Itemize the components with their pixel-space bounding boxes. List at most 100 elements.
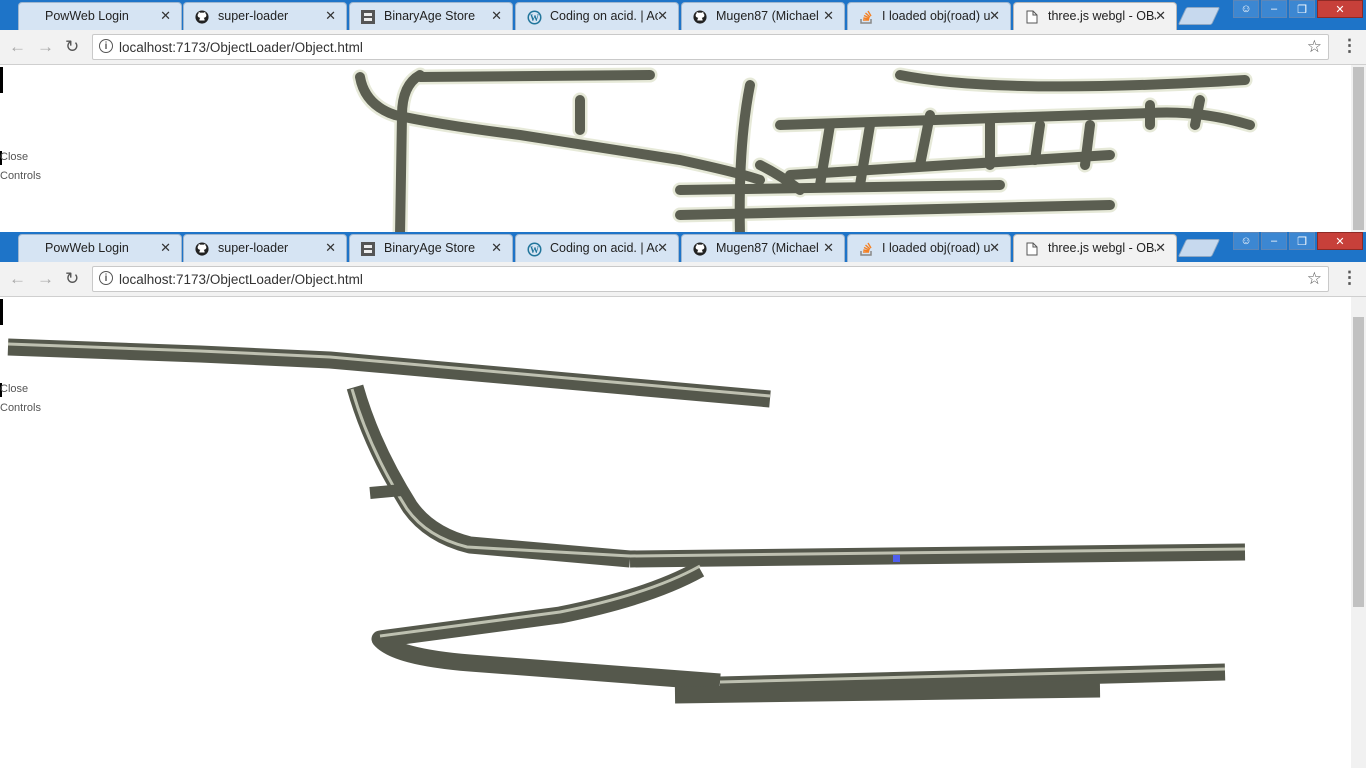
tab-title: PowWeb Login [45, 241, 129, 255]
road-model-render [7, 338, 1246, 704]
selected-vertex-marker [893, 555, 900, 562]
tab-strip: PowWeb Login ✕ super-loader ✕ BinaryAge … [0, 232, 1366, 263]
restore-button[interactable]: ❐ [1289, 0, 1315, 18]
close-icon[interactable]: ✕ [1155, 240, 1166, 256]
window-close-button[interactable]: ✕ [1317, 232, 1363, 250]
road-mesh [7, 338, 1246, 704]
bookmark-star-icon[interactable]: ☆ [1307, 269, 1322, 289]
tab-title: BinaryAge Store [384, 241, 476, 255]
address-url[interactable]: localhost:7173/ObjectLoader/Object.html [119, 40, 363, 55]
reload-icon[interactable]: ↻ [65, 269, 79, 289]
vertical-scrollbar[interactable] [1351, 297, 1366, 768]
road-model-render [352, 67, 1258, 232]
tab-title: PowWeb Login [45, 9, 129, 23]
wordpress-icon: W [526, 241, 542, 257]
close-icon[interactable]: ✕ [989, 240, 1000, 256]
webgl-viewport[interactable]: Close Controls [0, 297, 1366, 768]
user-icon[interactable]: ☺ [1233, 232, 1259, 250]
back-arrow-icon[interactable]: ← [9, 269, 26, 289]
gui-controls-label: Controls [0, 402, 41, 414]
tab-super-loader[interactable]: super-loader ✕ [183, 234, 347, 262]
close-icon[interactable]: ✕ [1155, 8, 1166, 24]
forward-arrow-icon[interactable]: → [37, 37, 54, 57]
close-icon[interactable]: ✕ [657, 240, 668, 256]
tab-title: I loaded obj(road) u [882, 9, 990, 23]
wordpress-icon: W [526, 9, 542, 25]
tab-powweb[interactable]: PowWeb Login ✕ [18, 234, 182, 262]
page-icon [1024, 9, 1040, 25]
restore-button[interactable]: ❐ [1289, 232, 1315, 250]
close-icon[interactable]: ✕ [823, 8, 834, 24]
tab-title: three.js webgl - OBJ [1048, 241, 1156, 255]
binaryage-icon [360, 241, 376, 257]
address-bar[interactable]: i localhost:7173/ObjectLoader/Object.htm… [92, 266, 1329, 292]
webgl-viewport[interactable]: Close Controls [0, 65, 1366, 232]
new-tab-button[interactable] [1177, 7, 1221, 25]
gui-close-button[interactable]: Close [0, 151, 28, 163]
stats-panel [0, 67, 3, 93]
tab-title: BinaryAge Store [384, 9, 476, 23]
minimize-button[interactable]: – [1261, 232, 1287, 250]
tab-powweb[interactable]: PowWeb Login ✕ [18, 2, 182, 30]
tab-title: super-loader [218, 241, 289, 255]
menu-icon[interactable]: ⋮ [1341, 36, 1358, 56]
close-icon[interactable]: ✕ [491, 8, 502, 24]
tab-threejs-active[interactable]: three.js webgl - OBJ ✕ [1013, 2, 1177, 31]
reload-icon[interactable]: ↻ [65, 37, 79, 57]
tab-title: super-loader [218, 9, 289, 23]
tab-title: Mugen87 (Michael [716, 9, 819, 23]
menu-icon[interactable]: ⋮ [1341, 268, 1358, 288]
info-icon[interactable]: i [99, 271, 113, 285]
browser-toolbar: ← → ↻ i localhost:7173/ObjectLoader/Obje… [0, 262, 1366, 297]
address-url[interactable]: localhost:7173/ObjectLoader/Object.html [119, 272, 363, 287]
forward-arrow-icon[interactable]: → [37, 269, 54, 289]
svg-text:W: W [530, 13, 539, 23]
tab-stackoverflow[interactable]: I loaded obj(road) u ✕ [847, 234, 1011, 262]
tab-title: Coding on acid. | Ac [550, 9, 658, 23]
close-icon[interactable]: ✕ [160, 240, 171, 256]
gui-close-button[interactable]: Close [0, 383, 28, 395]
close-icon[interactable]: ✕ [325, 8, 336, 24]
scrollbar-thumb[interactable] [1353, 317, 1364, 607]
tab-strip: PowWeb Login ✕ super-loader ✕ BinaryAge … [0, 0, 1366, 31]
close-icon[interactable]: ✕ [160, 8, 171, 24]
close-icon[interactable]: ✕ [823, 240, 834, 256]
github-icon [692, 9, 708, 25]
tab-mugen87[interactable]: Mugen87 (Michael ✕ [681, 2, 845, 30]
window-close-button[interactable]: ✕ [1317, 0, 1363, 18]
tab-binaryage[interactable]: BinaryAge Store ✕ [349, 2, 513, 30]
close-icon[interactable]: ✕ [989, 8, 1000, 24]
scrollbar-thumb[interactable] [1353, 67, 1364, 230]
tab-threejs-active[interactable]: three.js webgl - OBJ ✕ [1013, 234, 1177, 263]
close-icon[interactable]: ✕ [657, 8, 668, 24]
back-arrow-icon[interactable]: ← [9, 37, 26, 57]
minimize-button[interactable]: – [1261, 0, 1287, 18]
user-icon[interactable]: ☺ [1233, 0, 1259, 18]
stats-panel [0, 299, 3, 325]
gui-controls-label: Controls [0, 170, 41, 182]
close-icon[interactable]: ✕ [491, 240, 502, 256]
github-icon [194, 9, 210, 25]
info-icon[interactable]: i [99, 39, 113, 53]
tab-super-loader[interactable]: super-loader ✕ [183, 2, 347, 30]
tab-binaryage[interactable]: BinaryAge Store ✕ [349, 234, 513, 262]
stackoverflow-icon [858, 241, 874, 257]
tab-stackoverflow[interactable]: I loaded obj(road) u ✕ [847, 2, 1011, 30]
browser-toolbar: ← → ↻ i localhost:7173/ObjectLoader/Obje… [0, 30, 1366, 65]
tab-title: three.js webgl - OBJ [1048, 9, 1156, 23]
binaryage-icon [360, 9, 376, 25]
tab-title: I loaded obj(road) u [882, 241, 990, 255]
tab-title: Coding on acid. | Ac [550, 241, 658, 255]
stackoverflow-icon [858, 9, 874, 25]
tab-coding-on-acid[interactable]: W Coding on acid. | Ac ✕ [515, 234, 679, 262]
tab-mugen87[interactable]: Mugen87 (Michael ✕ [681, 234, 845, 262]
browser-window-bottom: PowWeb Login ✕ super-loader ✕ BinaryAge … [0, 232, 1366, 768]
bookmark-star-icon[interactable]: ☆ [1307, 37, 1322, 57]
tab-coding-on-acid[interactable]: W Coding on acid. | Ac ✕ [515, 2, 679, 30]
github-icon [194, 241, 210, 257]
vertical-scrollbar[interactable] [1351, 65, 1366, 232]
address-bar[interactable]: i localhost:7173/ObjectLoader/Object.htm… [92, 34, 1329, 60]
new-tab-button[interactable] [1177, 239, 1221, 257]
close-icon[interactable]: ✕ [325, 240, 336, 256]
github-icon [692, 241, 708, 257]
